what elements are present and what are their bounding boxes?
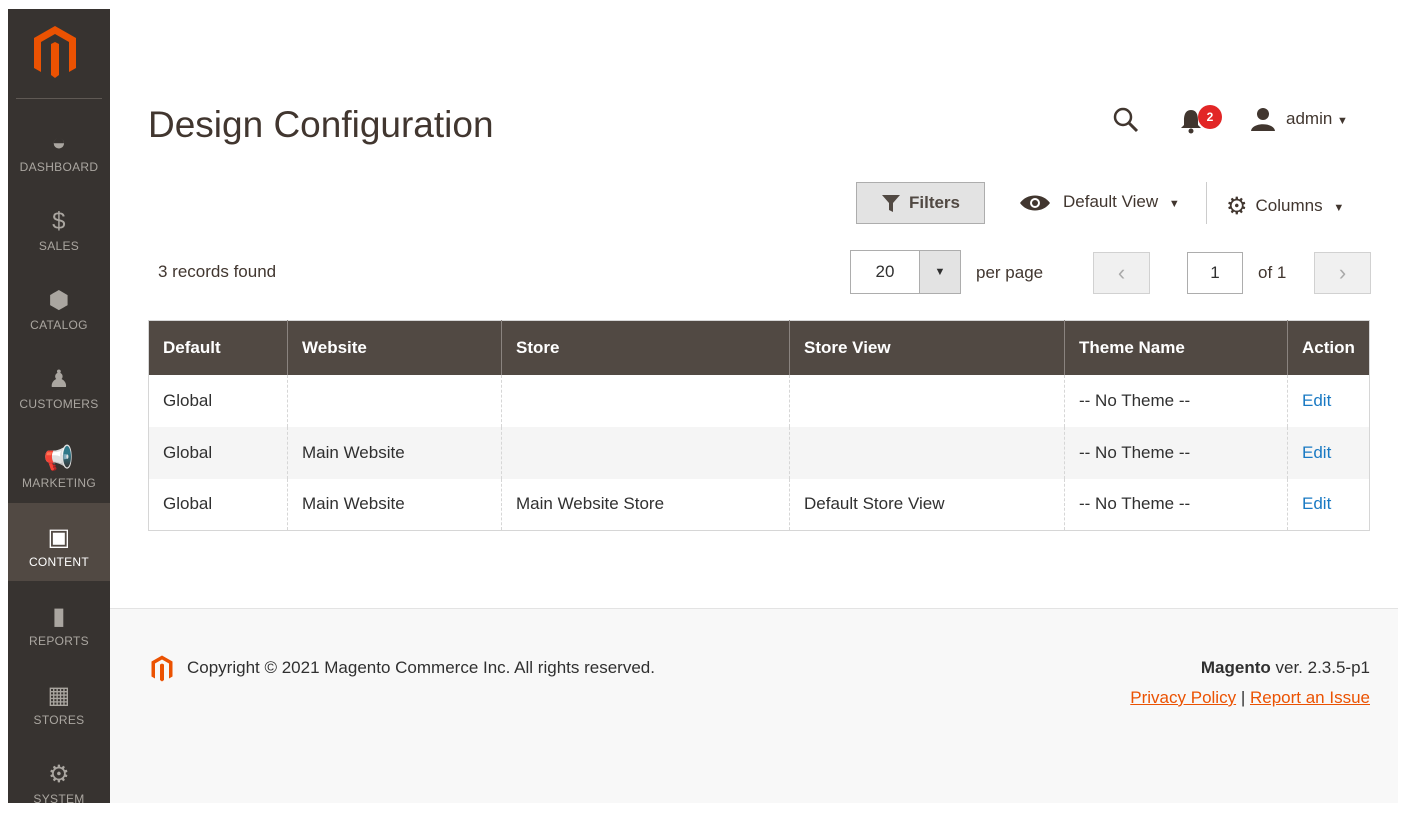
sidebar-item-label: CONTENT	[28, 555, 90, 569]
store-icon: ▦	[47, 682, 71, 709]
table-cell	[501, 426, 790, 479]
copyright: Copyright © 2021 Magento Commerce Inc. A…	[187, 658, 655, 677]
sidebar-item-label: CATALOG	[30, 318, 88, 332]
table-cell: Global	[163, 390, 213, 410]
separator: |	[1240, 688, 1246, 707]
sidebar-item-dashboard[interactable]: ◒ DASHBOARD	[8, 108, 110, 186]
megaphone-icon: 📢	[43, 445, 75, 472]
page-input[interactable]: 1	[1187, 252, 1243, 294]
table-cell: Edit	[1287, 478, 1370, 531]
columns-label: Columns	[1255, 195, 1323, 215]
sidebar-item-label: REPORTS	[29, 634, 89, 648]
page-title: Design Configuration	[148, 104, 494, 145]
sidebar: ◒ DASHBOARD $ SALES ⬢ CATALOG ♟ CUSTOMERS 📢 MARKE…	[8, 9, 110, 806]
sidebar-item-content[interactable]: ▣ CONTENT	[8, 503, 110, 581]
sidebar-item-stores[interactable]: ▦ STORES	[8, 661, 110, 739]
edit-link[interactable]: Edit	[1302, 494, 1331, 513]
chevron-down-icon[interactable]: ▼	[919, 251, 960, 293]
table-row: Global Main Website Main Website Store Defa…	[149, 478, 1370, 531]
sidebar-item-sales[interactable]: $ SALES	[8, 187, 110, 265]
next-page-button[interactable]: ›	[1314, 252, 1371, 294]
per-page-label: per page	[976, 263, 1044, 282]
notification-badge[interactable]: 2	[1198, 105, 1222, 129]
table-cell	[789, 426, 1065, 479]
footer-links: Privacy Policy | Report an Issue	[1130, 688, 1370, 708]
column-header[interactable]: Website	[287, 320, 502, 375]
records-count: 3 records found	[158, 262, 277, 281]
sidebar-item-marketing[interactable]: 📢 MARKETING	[8, 424, 110, 502]
table-cell: Main Website	[287, 478, 502, 531]
sidebar-item-label: MARKETING	[21, 476, 97, 490]
brand: Magento	[1200, 658, 1271, 677]
sidebar-item-label: SYSTEM	[33, 792, 85, 806]
report-issue-link[interactable]: Report an Issue	[1250, 688, 1370, 707]
view-dropdown[interactable]: Default View ▼	[1019, 192, 1180, 212]
version-number: ver. 2.3.5-p1	[1270, 658, 1370, 677]
columns-dropdown[interactable]: ⚙ Columns ▼	[1226, 192, 1344, 221]
table-cell: -- No Theme --	[1064, 426, 1288, 479]
table-cell: Main Website Store	[501, 478, 790, 531]
table-cell: Default Store View	[789, 478, 1065, 531]
chevron-down-icon: ▼	[1168, 198, 1180, 210]
bar-chart-icon: ▮	[52, 603, 66, 630]
divider	[1206, 182, 1207, 224]
user-menu[interactable]: admin ▼	[1286, 109, 1348, 129]
table-cell: Main Website	[287, 426, 502, 479]
user-icon[interactable]	[1250, 106, 1276, 132]
sidebar-item-label: DASHBOARD	[19, 160, 99, 174]
design-config-grid: Default Website Store Store View Theme Name A…	[148, 320, 1370, 531]
column-header[interactable]: Store	[501, 320, 790, 375]
table-cell: Global	[163, 494, 213, 514]
sidebar-item-label: CUSTOMERS	[19, 397, 99, 411]
table-cell	[501, 374, 790, 427]
column-header[interactable]: Store View	[789, 320, 1065, 375]
filter-icon	[881, 195, 900, 212]
table-cell	[789, 374, 1065, 427]
table-cell: Global	[148, 426, 288, 479]
previous-page-button[interactable]: ‹	[1093, 252, 1150, 294]
sidebar-item-catalog[interactable]: ⬢ CATALOG	[8, 266, 110, 344]
dollar-icon: $	[52, 208, 66, 235]
filters-label: Filters	[908, 193, 961, 212]
person-icon: ♟	[48, 366, 70, 393]
magento-logo[interactable]	[30, 23, 80, 83]
page-total: of 1	[1258, 263, 1287, 282]
table-cell: Edit	[1287, 426, 1370, 479]
table-cell: Edit	[1287, 374, 1370, 427]
gear-icon: ⚙	[48, 761, 70, 788]
table-cell: -- No Theme --	[1064, 374, 1288, 427]
gear-icon: ⚙	[1226, 193, 1248, 220]
column-header[interactable]: Action	[1287, 320, 1370, 375]
per-page-value: 20	[875, 262, 895, 281]
eye-icon	[1020, 195, 1050, 211]
column-header[interactable]: Theme Name	[1064, 320, 1288, 375]
view-label: Default View	[1063, 192, 1159, 211]
sidebar-item-label: STORES	[33, 713, 85, 727]
divider	[16, 98, 102, 99]
version: Magento ver. 2.3.5-p1	[1201, 658, 1370, 678]
search-icon[interactable]	[1112, 106, 1140, 134]
table-row: Global -- No Theme -- Edit	[149, 374, 1370, 427]
per-page-select[interactable]: 20 ▼	[850, 250, 961, 294]
dashboard-icon: ◒	[51, 129, 67, 156]
filters-button[interactable]: Filters	[856, 182, 985, 224]
sidebar-item-customers[interactable]: ♟ CUSTOMERS	[8, 345, 110, 423]
sidebar-item-system[interactable]: ⚙ SYSTEM	[8, 740, 110, 818]
table-row: Global Main Website -- No Theme -- Edit	[148, 426, 1370, 479]
table-cell: -- No Theme --	[1064, 478, 1288, 531]
chevron-down-icon: ▼	[1337, 115, 1348, 127]
edit-link[interactable]: Edit	[1302, 443, 1331, 462]
sidebar-item-reports[interactable]: ▮ REPORTS	[8, 582, 110, 660]
privacy-policy-link[interactable]: Privacy Policy	[1130, 688, 1236, 707]
column-header[interactable]: Default	[148, 320, 288, 375]
sidebar-item-label: SALES	[38, 239, 80, 253]
magento-footer-logo	[151, 655, 173, 682]
box-icon: ⬢	[48, 287, 70, 314]
chevron-down-icon: ▼	[1333, 201, 1345, 214]
edit-link[interactable]: Edit	[1302, 391, 1331, 410]
user-name: admin	[1286, 109, 1333, 128]
table-cell	[287, 374, 502, 427]
layout-icon: ▣	[47, 524, 71, 551]
